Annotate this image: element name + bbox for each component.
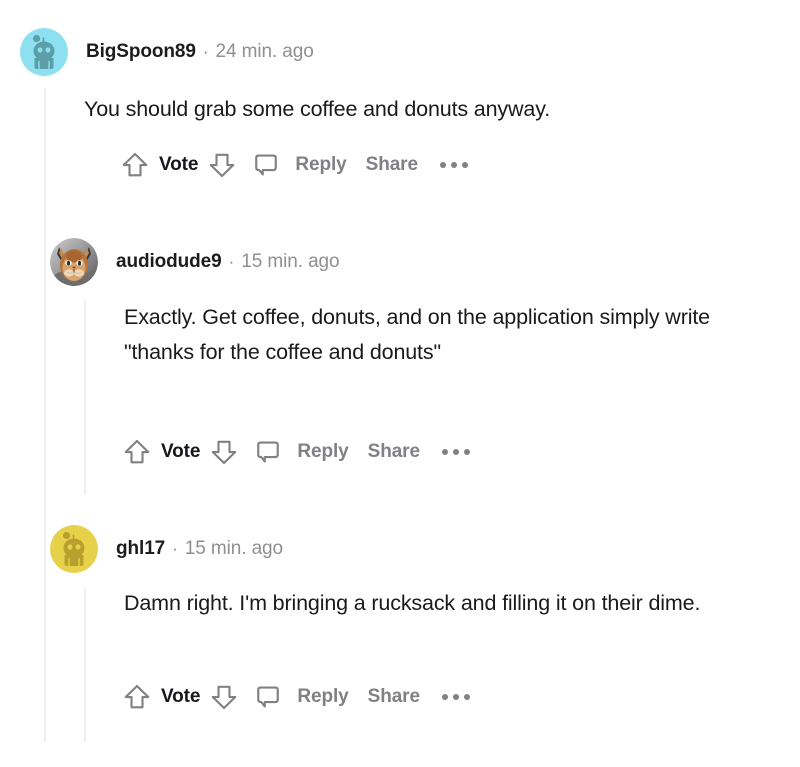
avatar[interactable] (50, 238, 98, 286)
share-button[interactable]: Share (368, 686, 420, 708)
comment-meta-separator: · (202, 42, 209, 61)
thread-line-depth-1-a[interactable] (84, 300, 86, 495)
comment-username[interactable]: audiodude9 (116, 251, 222, 273)
comment-thread: BigSpoon89 · 24 min. ago You should grab… (0, 0, 800, 767)
downvote-icon[interactable] (207, 150, 237, 180)
comment-meta-separator: · (172, 539, 178, 558)
thread-line-depth-0[interactable] (44, 88, 46, 742)
comment-timestamp: 24 min. ago (215, 41, 314, 62)
comment-bubble-icon[interactable] (251, 150, 281, 180)
comment-body: Damn right. I'm bringing a rucksack and … (124, 591, 701, 615)
comment-username[interactable]: BigSpoon89 (86, 41, 196, 63)
comment-action-bar-c3: Vote Reply Share (122, 682, 470, 712)
comment-action-bar-c1: Vote Reply Share (120, 150, 468, 180)
comment-bubble-icon[interactable] (253, 437, 283, 467)
downvote-icon[interactable] (209, 682, 239, 712)
comment-timestamp: 15 min. ago (184, 538, 283, 559)
downvote-icon[interactable] (209, 437, 239, 467)
reply-button[interactable]: Reply (297, 441, 348, 463)
comment-header-c3: ghl17 · 15 min. ago (50, 525, 283, 573)
vote-label[interactable]: Vote (161, 441, 200, 463)
comment-header-c2: audiodude9 · 15 min. ago (50, 238, 340, 286)
reply-button[interactable]: Reply (297, 686, 348, 708)
comment-meta-separator: · (228, 252, 235, 271)
more-options-icon[interactable] (441, 694, 470, 700)
comment-header-c1: BigSpoon89 · 24 min. ago (20, 28, 314, 76)
share-button[interactable]: Share (366, 154, 418, 176)
comment-username[interactable]: ghl17 (116, 538, 165, 560)
thread-line-depth-1-b[interactable] (84, 588, 86, 742)
upvote-icon[interactable] (122, 682, 152, 712)
vote-label[interactable]: Vote (161, 686, 200, 708)
upvote-icon[interactable] (120, 150, 150, 180)
comment-body: You should grab some coffee and donuts a… (84, 97, 551, 121)
more-options-icon[interactable] (439, 162, 468, 168)
reply-button[interactable]: Reply (295, 154, 346, 176)
more-options-icon[interactable] (441, 449, 470, 455)
comment-body: Exactly. Get coffee, donuts, and on the … (124, 305, 710, 364)
comment-action-bar-c2: Vote Reply Share (122, 437, 470, 467)
comment-bubble-icon[interactable] (253, 682, 283, 712)
comment-timestamp: 15 min. ago (241, 251, 340, 272)
vote-label[interactable]: Vote (159, 154, 198, 176)
avatar[interactable] (20, 28, 68, 76)
avatar[interactable] (50, 525, 98, 573)
share-button[interactable]: Share (368, 441, 420, 463)
upvote-icon[interactable] (122, 437, 152, 467)
